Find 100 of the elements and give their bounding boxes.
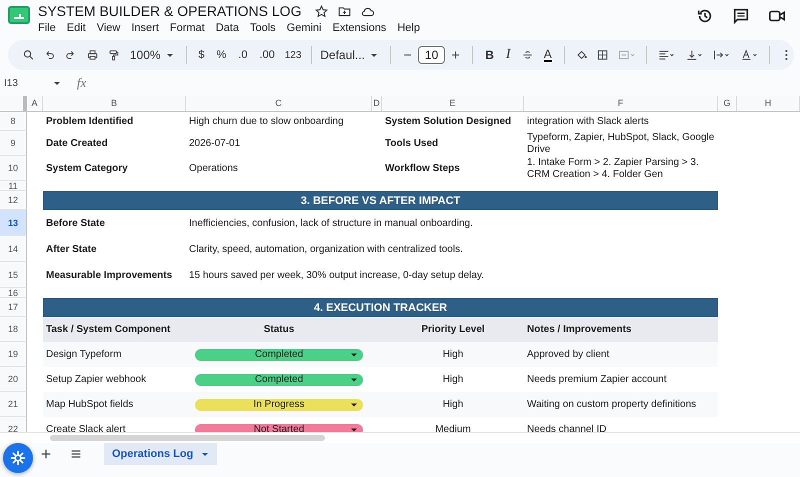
- menu-item[interactable]: Help: [397, 22, 420, 34]
- font-size-field[interactable]: 10: [418, 46, 446, 64]
- column-heading: Task / System Component: [45, 323, 172, 337]
- align-left-icon[interactable]: [658, 48, 676, 62]
- field-value: integration with Slack alerts: [526, 114, 650, 128]
- row-header[interactable]: 8: [0, 112, 27, 131]
- sheets-logo-icon[interactable]: [8, 5, 30, 25]
- row-header[interactable]: 11: [0, 181, 27, 191]
- borders-icon[interactable]: [596, 48, 608, 62]
- row-header[interactable]: 21: [0, 392, 27, 417]
- menu-item[interactable]: Data: [216, 22, 239, 34]
- add-sheet-icon[interactable]: [40, 448, 52, 460]
- snowflake-icon: [10, 450, 26, 466]
- column-header[interactable]: A: [27, 96, 43, 111]
- menu-item[interactable]: View: [96, 22, 120, 34]
- menu-item[interactable]: Insert: [131, 22, 159, 34]
- folder-icon[interactable]: [338, 4, 352, 18]
- fill-color-icon[interactable]: [576, 48, 587, 62]
- comment-icon[interactable]: [732, 7, 750, 25]
- status-dropdown[interactable]: In Progress: [195, 398, 363, 410]
- row-header[interactable]: 14: [0, 236, 27, 262]
- menu-item[interactable]: File: [38, 22, 56, 34]
- number-format-button[interactable]: 123: [284, 50, 302, 60]
- field-value: Operations: [188, 162, 239, 176]
- column-header[interactable]: H: [737, 96, 800, 111]
- zoom-dropdown[interactable]: 100%: [130, 48, 174, 62]
- row-header[interactable]: 17: [0, 298, 27, 317]
- formula-label: fx: [76, 75, 86, 91]
- scrollbar-thumb[interactable]: [50, 435, 325, 441]
- caret-icon: [166, 51, 174, 59]
- column-heading: Notes / Improvements: [526, 323, 632, 337]
- menu-item[interactable]: Extensions: [332, 22, 386, 34]
- percent-button[interactable]: %: [216, 49, 226, 61]
- caret-icon: [350, 350, 358, 358]
- column-header[interactable]: C: [186, 96, 372, 111]
- row-header[interactable]: 9: [0, 131, 27, 156]
- text-wrap-icon[interactable]: [713, 48, 731, 62]
- all-sheets-icon[interactable]: [70, 448, 82, 460]
- row-header[interactable]: 15: [0, 262, 27, 288]
- text-rotate-icon[interactable]: [740, 48, 758, 62]
- currency-button[interactable]: $: [198, 49, 204, 61]
- star-icon[interactable]: [315, 4, 328, 18]
- bold-button[interactable]: B: [485, 48, 494, 62]
- table-cell-text: Needs premium Zapier account: [526, 373, 668, 387]
- column-header[interactable]: E: [382, 96, 524, 111]
- table-cell-text: Medium: [434, 423, 472, 432]
- text-color-button[interactable]: A: [544, 48, 552, 62]
- table-cell-text: Create Slack alert: [45, 423, 126, 432]
- field-value: Clarity, speed, automation, organization with centralized tools.: [188, 242, 464, 256]
- history-icon[interactable]: [696, 7, 714, 25]
- caret-icon: [370, 51, 378, 59]
- status-dropdown[interactable]: Completed: [195, 348, 363, 360]
- table-cell-text: Needs channel ID: [526, 423, 608, 432]
- sheet-tab[interactable]: Operations Log: [104, 443, 218, 465]
- decrease-decimals-button[interactable]: .0: [238, 49, 248, 61]
- row-header[interactable]: 13: [0, 210, 27, 236]
- caret-icon: [201, 450, 210, 458]
- field-label: Workflow Steps: [384, 162, 461, 176]
- more-icon[interactable]: [784, 48, 790, 62]
- row-header[interactable]: 10: [0, 156, 27, 181]
- field-label: Problem Identified: [45, 115, 134, 129]
- menu-item[interactable]: Format: [170, 22, 205, 34]
- name-box[interactable]: I13: [4, 78, 61, 88]
- menu-item[interactable]: Gemini: [286, 22, 322, 34]
- column-heading: Status: [262, 323, 296, 337]
- paint-format-icon[interactable]: [108, 48, 119, 62]
- document-title[interactable]: SYSTEM BUILDER & OPERATIONS LOG: [38, 3, 302, 19]
- column-header[interactable]: G: [718, 96, 737, 111]
- column-header[interactable]: D: [372, 96, 382, 111]
- row-header[interactable]: 22: [0, 417, 27, 432]
- italic-button[interactable]: I: [506, 47, 511, 63]
- table-cell-text: High: [442, 348, 464, 362]
- menu-item[interactable]: Tools: [250, 22, 276, 34]
- vertical-align-icon[interactable]: [686, 48, 704, 62]
- menu-item[interactable]: Edit: [66, 22, 86, 34]
- font-dropdown[interactable]: Defaul...: [320, 48, 378, 62]
- table-cell-text: Setup Zapier webhook: [45, 373, 148, 387]
- print-icon[interactable]: [86, 48, 98, 62]
- row-header[interactable]: 16: [0, 288, 27, 298]
- merge-cells-icon[interactable]: [618, 48, 636, 62]
- status-dropdown[interactable]: Completed: [195, 374, 363, 386]
- row-header[interactable]: 20: [0, 367, 27, 392]
- column-header[interactable]: F: [524, 96, 718, 111]
- column-header[interactable]: B: [43, 96, 186, 111]
- section-header: 4. EXECUTION TRACKER: [43, 298, 718, 317]
- field-label: System Solution Designed: [384, 115, 512, 129]
- section-header: 3. BEFORE VS AFTER IMPACT: [43, 191, 718, 210]
- search-icon[interactable]: [23, 48, 34, 62]
- row-header[interactable]: 18: [0, 317, 27, 342]
- row-header[interactable]: 19: [0, 342, 27, 367]
- table-cell-text: Map HubSpot fields: [45, 398, 134, 412]
- increase-decimals-button[interactable]: .00: [259, 49, 275, 61]
- caret-icon: [350, 376, 358, 384]
- status-dropdown[interactable]: Not Started: [195, 424, 363, 432]
- table-cell-text: Waiting on custom property definitions: [526, 398, 698, 412]
- field-value: High churn due to slow onboarding: [188, 115, 345, 129]
- field-value: 2026-07-01: [188, 137, 242, 151]
- table-cell-text: Design Typeform: [45, 348, 122, 362]
- caret-icon: [350, 400, 358, 408]
- row-header[interactable]: 12: [0, 191, 27, 210]
